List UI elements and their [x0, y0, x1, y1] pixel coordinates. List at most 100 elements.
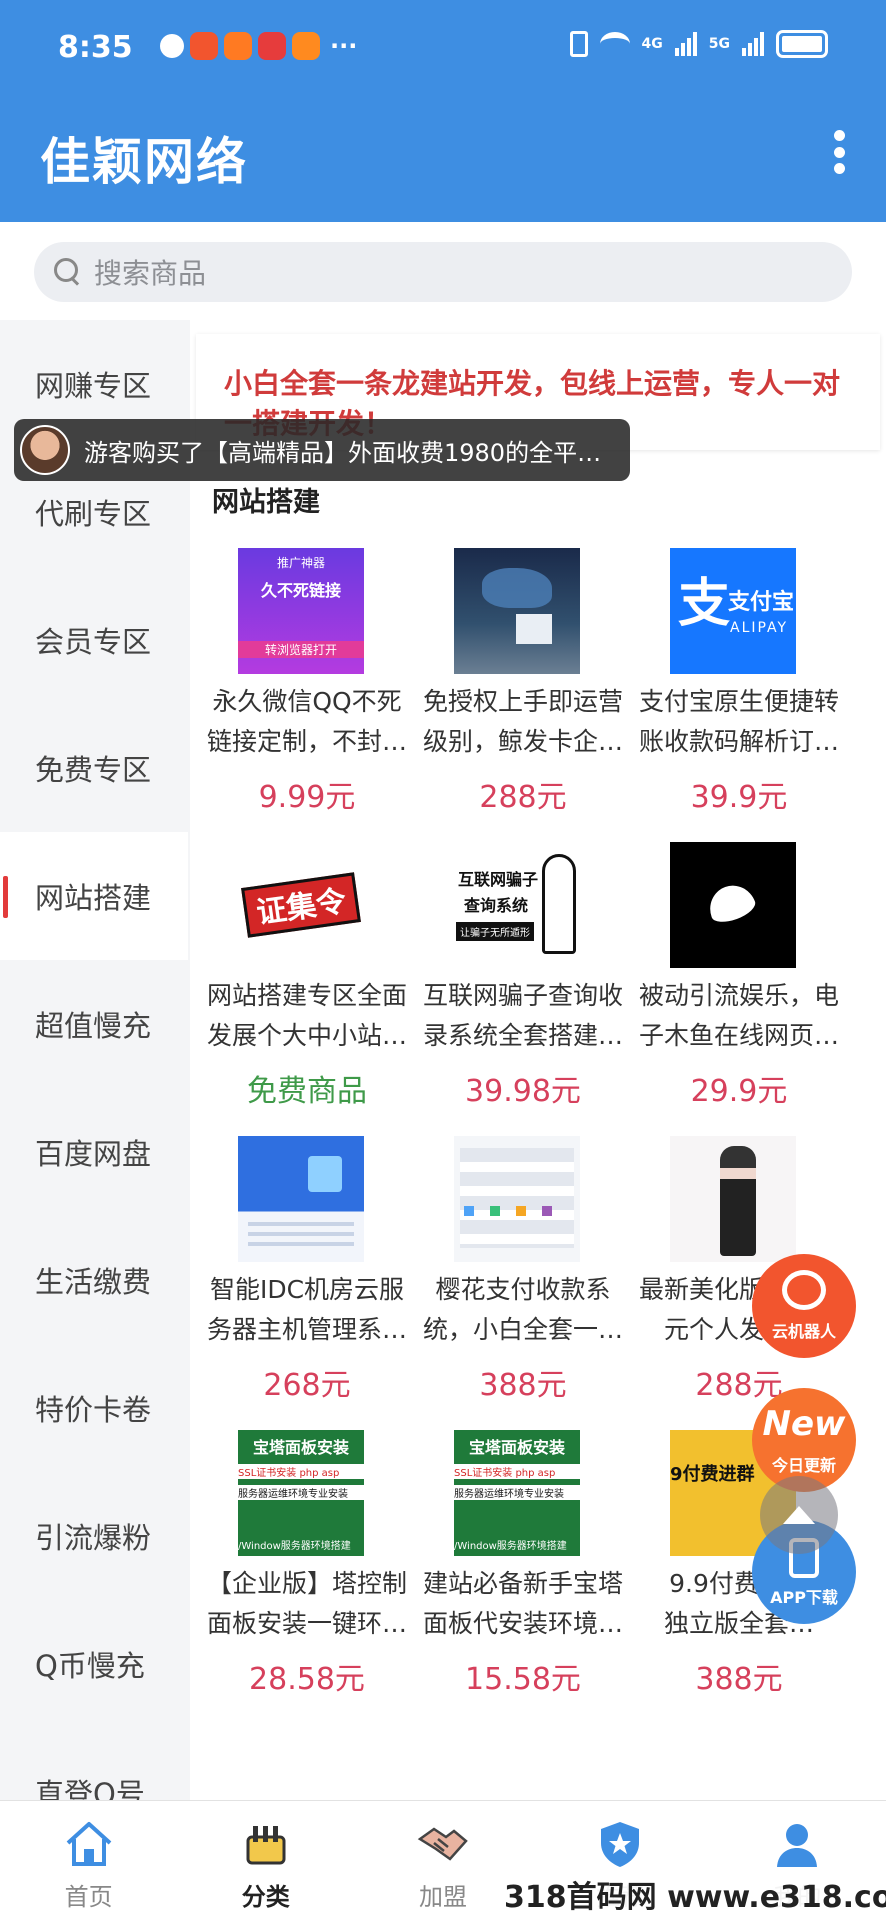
sidebar-item-label: 特价卡卷: [35, 1393, 152, 1427]
sidebar-item-yinliu[interactable]: 引流爆粉: [0, 1472, 188, 1600]
sidebar-item-tejia[interactable]: 特价卡卷: [0, 1344, 188, 1472]
thumb-text: 推广神器: [276, 556, 325, 570]
dashboard-graphic: [460, 1148, 574, 1248]
network-type-1: 4G: [641, 36, 663, 52]
nav-category[interactable]: 分类: [177, 1801, 354, 1920]
product-thumbnail: 宝塔面板安装 SSL证书安装 php asp 服务器运维环境专业安装 /Wind…: [238, 1430, 364, 1556]
product-card[interactable]: 推广神器 久不死链接 转浏览器打开 永久微信QQ不死 链接定制，不封… 9.99元: [198, 548, 416, 842]
thumb-text: 宝塔面板安装: [252, 1438, 349, 1457]
product-thumbnail: 推广神器 久不死链接 转浏览器打开: [238, 548, 364, 674]
sidebar-item-baidu[interactable]: 百度网盘: [0, 1088, 188, 1216]
product-thumbnail: [670, 842, 796, 968]
app-notification-icon: [190, 32, 218, 60]
product-card[interactable]: 宝塔面板安装 SSL证书安装 php asp 服务器运维环境专业安装 /Wind…: [414, 1430, 632, 1724]
product-name: 免授权上手即运营 级别，鲸发卡企…: [422, 687, 623, 756]
product-price: 39.98元: [465, 1074, 581, 1109]
category-icon: [246, 1826, 286, 1865]
product-name: 智能IDC机房云服 务器主机管理系…: [206, 1275, 407, 1344]
product-thumbnail: 证集令: [238, 842, 364, 968]
product-name: 【企业版】塔控制 面板安装一键环…: [206, 1569, 407, 1638]
nav-home[interactable]: 首页: [0, 1801, 177, 1920]
product-name: 被动引流娱乐，电 子木鱼在线网页…: [638, 981, 839, 1050]
product-name: 建站必备新手宝塔 面板代安装环境…: [422, 1569, 623, 1638]
shield-star-icon: [601, 1822, 640, 1867]
figure-graphic: [720, 1146, 756, 1256]
product-card[interactable]: 支 支付宝 ALIPAY 支付宝原生便捷转 账收款码解析订… 39.9元: [630, 548, 848, 842]
product-card[interactable]: 证集令 网站搭建专区全面 发展个大中小站… 免费商品: [198, 842, 416, 1136]
sidebar-item-label: 网赚专区: [35, 369, 152, 403]
thumb-text: 查询系统: [464, 896, 529, 915]
product-thumbnail: [454, 548, 580, 674]
sidebar-item-label: 超值慢充: [35, 1009, 152, 1043]
search-placeholder: 搜索商品: [94, 257, 207, 290]
product-card[interactable]: 免授权上手即运营 级别，鲸发卡企… 288元: [414, 548, 632, 842]
alipay-logo: 支: [678, 574, 731, 634]
product-card[interactable]: 宝塔面板安装 SSL证书安装 php asp 服务器运维环境专业安装 /Wind…: [198, 1430, 416, 1724]
app-root: 8:35 ··· 4G 5G 佳颖网络 搜索商品 网赚专区 代刷专区 会员专区 …: [0, 0, 886, 1920]
search-input[interactable]: 搜索商品: [34, 242, 852, 302]
thumb-text: 服务器运维环境专业安装: [454, 1485, 580, 1500]
robot-label: 云机器人: [771, 1322, 836, 1341]
thumb-text: 支付宝: [728, 590, 795, 615]
thumb-text: 互联网骗子: [458, 870, 539, 889]
robot-button[interactable]: 云机器人: [752, 1254, 856, 1358]
product-price: 39.9元: [690, 780, 788, 815]
product-thumbnail: 宝塔面板安装 SSL证书安装 php asp 服务器运维环境专业安装 /Wind…: [454, 1430, 580, 1556]
app-header: 8:35 ··· 4G 5G 佳颖网络: [0, 0, 886, 222]
back-to-top-button[interactable]: [760, 1476, 838, 1554]
page-title: 佳颖网络: [40, 133, 248, 191]
dashboard-tiles: [464, 1206, 474, 1216]
wifi-icon: [599, 32, 630, 56]
sidebar-item-label: 免费专区: [35, 753, 152, 787]
product-price: 288元: [479, 780, 567, 815]
product-card[interactable]: 互联网骗子 查询系统 让骗子无所遁形 互联网骗子查询收 录系统全套搭建… 39.9…: [414, 842, 632, 1136]
product-card[interactable]: 被动引流娱乐，电 子木鱼在线网页… 29.9元: [630, 842, 848, 1136]
arrow-up-icon: [783, 1506, 815, 1524]
app-notification-icon: [160, 34, 184, 58]
thumb-text: 让骗子无所遁形: [456, 922, 534, 941]
signal-icon: [742, 32, 764, 56]
more-notifications: ···: [330, 32, 358, 60]
nav-label: 加盟: [419, 1883, 467, 1911]
product-card[interactable]: 樱花支付收款系 统，小白全套一… 388元: [414, 1136, 632, 1430]
product-name: 支付宝原生便捷转 账收款码解析订…: [638, 687, 839, 756]
map-graphic: [482, 568, 552, 608]
search-area: 搜索商品: [0, 222, 886, 320]
sidebar-item-label: 会员专区: [35, 625, 152, 659]
sidebar-item-huiyuan[interactable]: 会员专区: [0, 576, 188, 704]
sidebar-item-chaozhi[interactable]: 超值慢充: [0, 960, 188, 1088]
product-thumbnail: [670, 1136, 796, 1262]
product-price: 388元: [695, 1662, 783, 1697]
thumb-text: SSL证书安装 php asp: [238, 1464, 364, 1479]
thumb-text: 转浏览器打开: [238, 641, 364, 658]
watermark: 318首码网 www.e318.com: [498, 1868, 886, 1920]
nav-label: 分类: [241, 1883, 290, 1911]
sidebar-item-qbi[interactable]: Q币慢充: [0, 1600, 188, 1728]
sidebar-item-label: 直登Q号: [35, 1777, 145, 1800]
sidebar-item-label: 网站搭建: [35, 881, 152, 915]
product-name: 永久微信QQ不死 链接定制，不封…: [206, 687, 407, 756]
home-icon: [66, 1822, 111, 1866]
cartoon-graphic: [542, 854, 576, 954]
sidebar-item-label: 代刷专区: [35, 497, 152, 531]
sidebar-item-label: 生活缴费: [35, 1265, 152, 1299]
sidebar-item-mianfei[interactable]: 免费专区: [0, 704, 188, 832]
sidebar-item-zhideng[interactable]: 直登Q号: [0, 1728, 188, 1800]
signal-icon: [674, 32, 697, 56]
product-card[interactable]: 智能IDC机房云服 务器主机管理系… 268元: [198, 1136, 416, 1430]
taobao-icon: [224, 32, 252, 60]
avatar: [20, 425, 70, 475]
thumb-text: 宝塔面板安装: [468, 1438, 565, 1457]
content-lines: [248, 1222, 354, 1226]
handshake-icon: [417, 1827, 468, 1861]
more-menu-icon[interactable]: [832, 130, 846, 174]
product-price: 29.9元: [690, 1074, 788, 1109]
today-label: 今日更新: [771, 1456, 836, 1475]
sidebar-item-shenghuo[interactable]: 生活缴费: [0, 1216, 188, 1344]
sidebar-item-wangzhan[interactable]: 网站搭建: [0, 832, 188, 960]
product-thumbnail: 支 支付宝 ALIPAY: [670, 548, 796, 674]
login-box-graphic: [516, 614, 552, 644]
product-price: 388元: [479, 1368, 567, 1403]
thumb-text: 9付费进群: [670, 1464, 755, 1485]
wooden-fish-graphic: [703, 879, 759, 927]
